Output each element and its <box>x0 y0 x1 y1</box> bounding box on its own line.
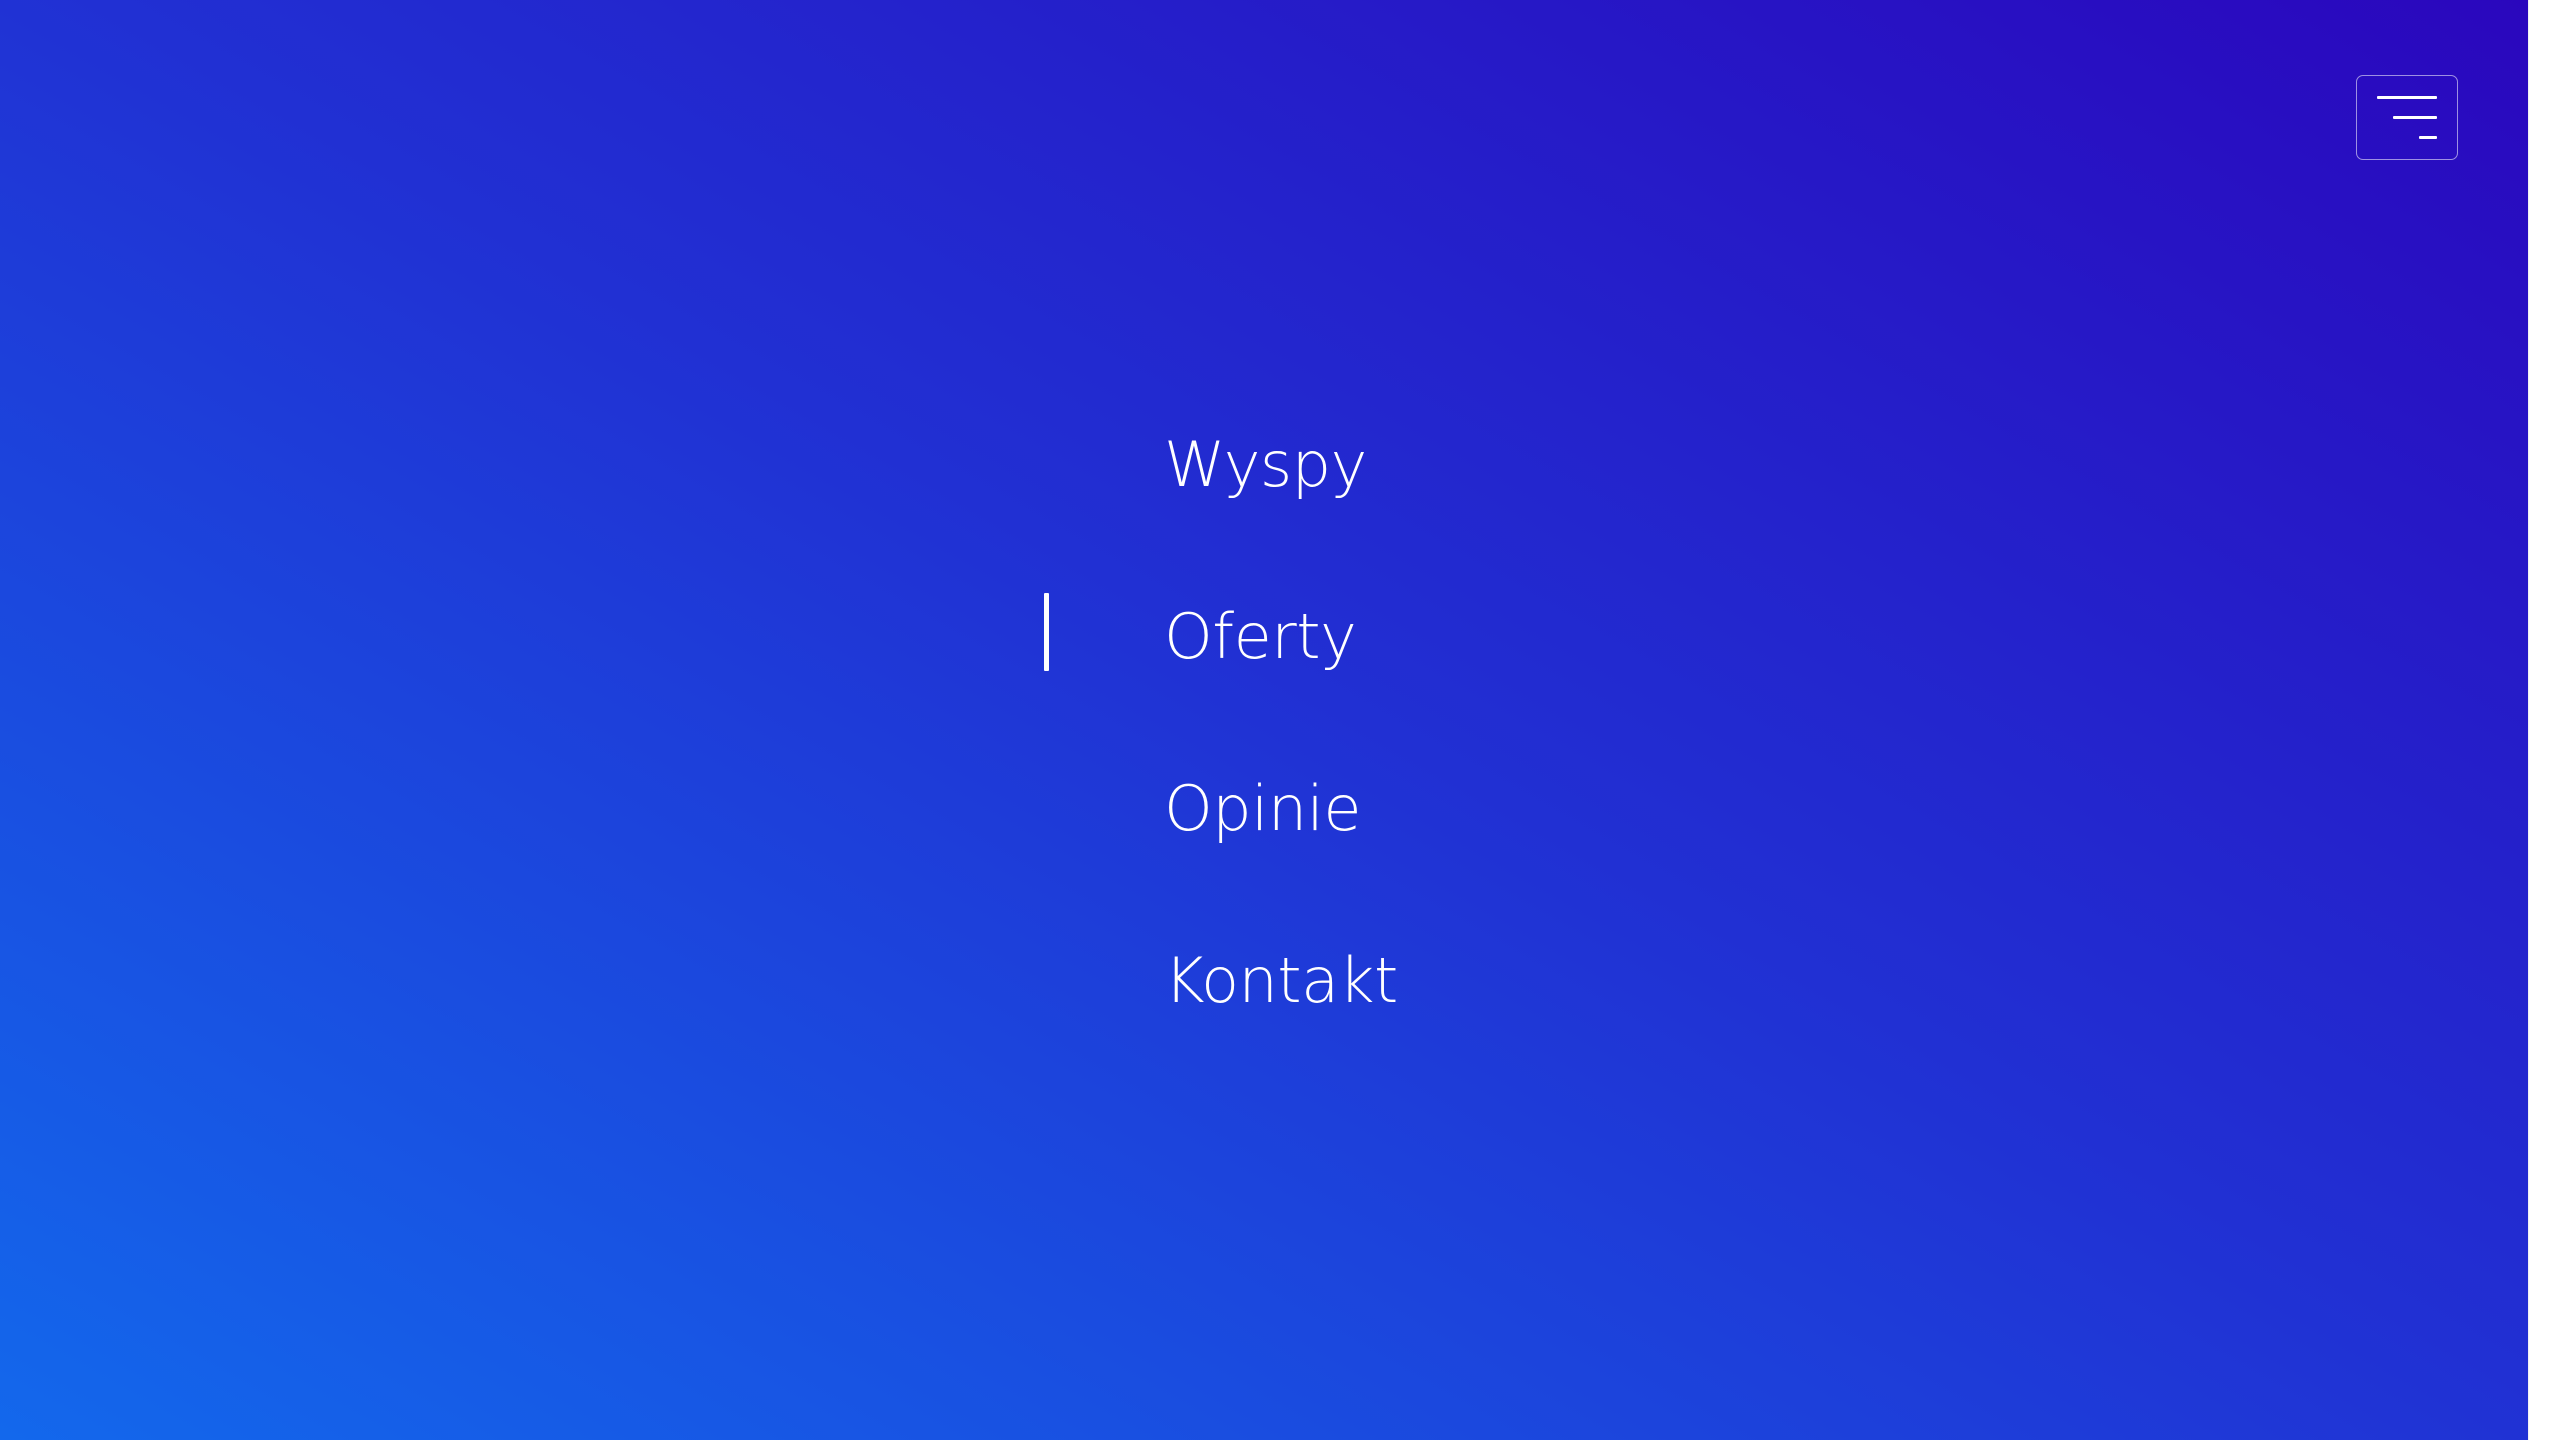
nav-link-opinie[interactable]: Opinie <box>1164 754 1362 864</box>
nav-item-oferty: Oferty <box>1164 582 1398 754</box>
active-item-marker <box>1044 593 1049 671</box>
nav-link-kontakt[interactable]: Kontakt <box>1164 926 1398 1036</box>
nav-item-kontakt: Kontakt <box>1164 926 1398 1098</box>
menu-line-top <box>2377 96 2437 99</box>
nav-item-opinie: Opinie <box>1164 754 1398 926</box>
page-edge-border <box>2528 0 2560 1440</box>
menu-line-bottom <box>2419 136 2437 139</box>
nav-link-oferty[interactable]: Oferty <box>1164 582 1357 692</box>
page-edge <box>2528 0 2560 1440</box>
menu-line-middle <box>2393 116 2437 119</box>
main-nav: Wyspy Oferty Opinie Kontakt <box>1044 410 1398 1098</box>
menu-overlay: Wyspy Oferty Opinie Kontakt <box>0 0 2528 1440</box>
menu-toggle-button[interactable] <box>2356 75 2458 160</box>
nav-item-wyspy: Wyspy <box>1164 410 1398 582</box>
nav-link-wyspy[interactable]: Wyspy <box>1164 410 1367 520</box>
